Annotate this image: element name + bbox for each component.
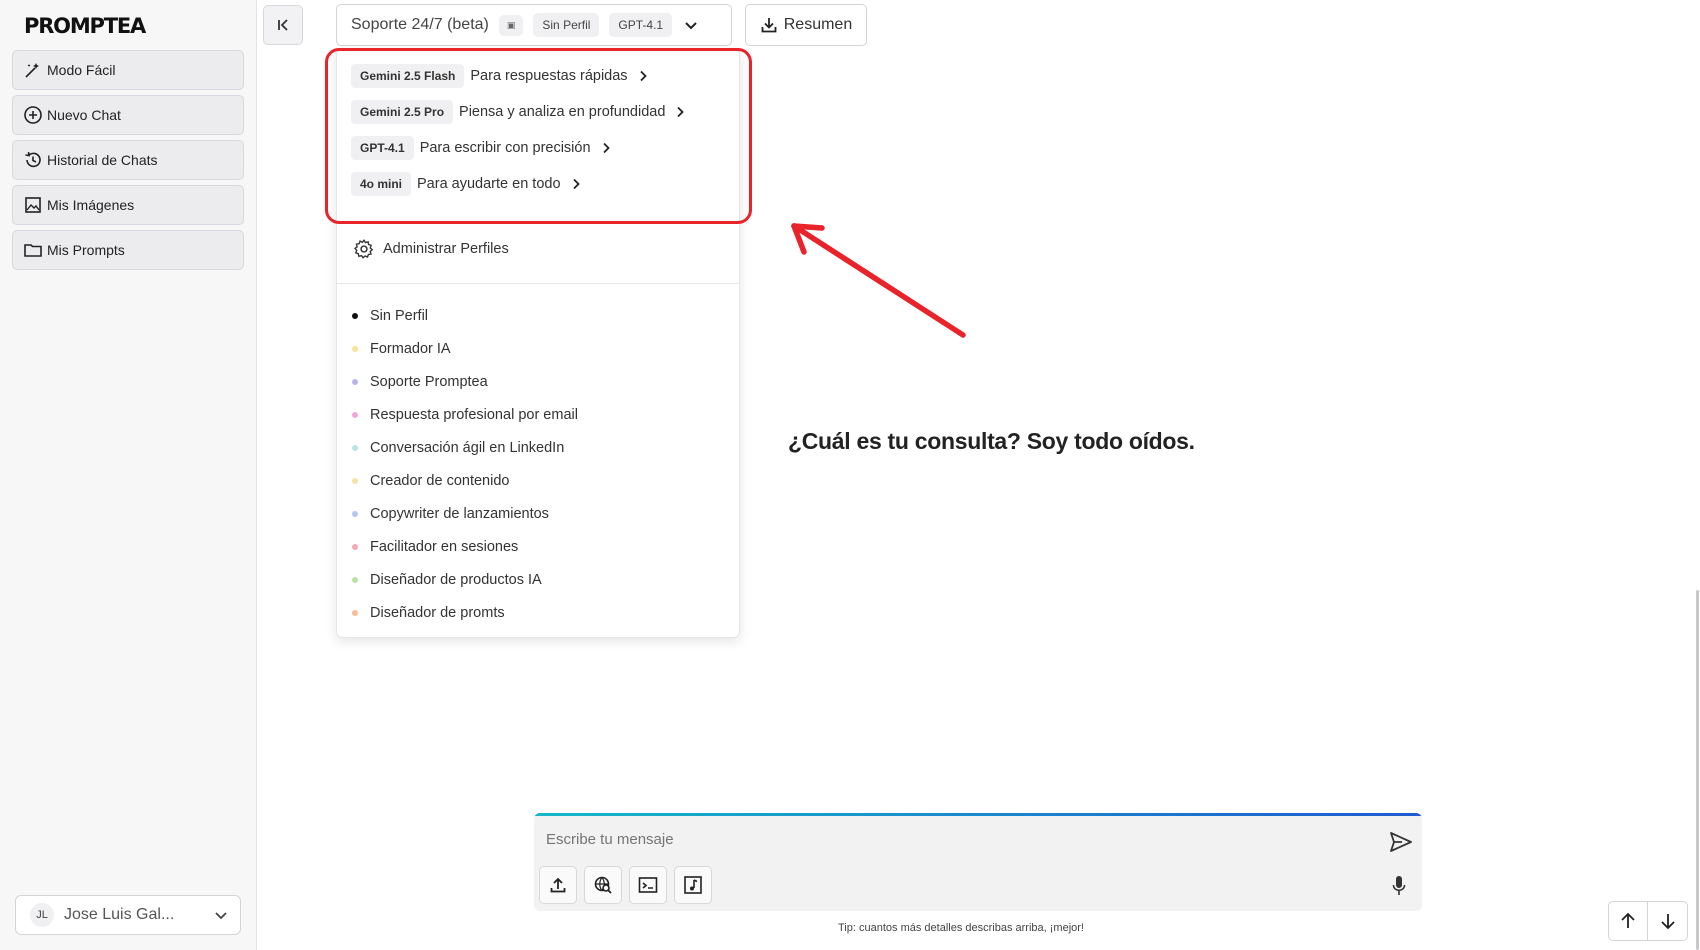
profile-option[interactable]: Formador IA — [352, 339, 451, 359]
assistant-model-selector[interactable]: Soporte 24/7 (beta) ▣ Sin Perfil GPT-4.1 — [336, 4, 732, 46]
sidebar-item-label: Mis Prompts — [47, 242, 125, 258]
sidebar-item-modo-facil[interactable]: Modo Fácil — [12, 50, 244, 90]
scroll-up-button[interactable] — [1609, 902, 1649, 940]
profile-label: Conversación ágil en LinkedIn — [370, 440, 565, 456]
profile-dot — [352, 379, 358, 385]
assistant-title: Soporte 24/7 (beta) — [351, 16, 489, 33]
profile-label: Creador de contenido — [370, 473, 510, 489]
dropdown-divider — [337, 283, 739, 284]
code-button[interactable] — [629, 866, 667, 904]
profile-label: Sin Perfil — [370, 308, 429, 324]
chat-composer — [534, 813, 1422, 911]
summary-button[interactable]: Resumen — [745, 4, 867, 46]
welcome-prompt: ¿Cuál es tu consulta? Soy todo oídos. — [788, 428, 1195, 454]
profile-dot — [352, 577, 358, 583]
profile-dot — [352, 313, 358, 319]
profile-option[interactable]: Facilitador en sesiones — [352, 537, 518, 557]
folder-icon — [24, 244, 42, 257]
gear-icon — [354, 239, 374, 259]
profile-label: Diseñador de productos IA — [370, 572, 542, 588]
sidebar-item-label: Modo Fácil — [47, 62, 116, 78]
sidebar-item-nuevo-chat[interactable]: Nuevo Chat — [12, 95, 244, 135]
profile-dot — [352, 544, 358, 550]
magic-wand-icon — [25, 63, 39, 78]
message-input[interactable] — [546, 831, 1346, 848]
image-icon — [25, 197, 41, 213]
profile-option[interactable]: Creador de contenido — [352, 471, 509, 491]
upload-button[interactable] — [539, 866, 577, 904]
model-chip: GPT-4.1 — [609, 13, 673, 37]
profile-label: Respuesta profesional por email — [370, 407, 578, 423]
sidebar-item-mis-imagenes[interactable]: Mis Imágenes — [12, 185, 244, 225]
manage-profiles-button[interactable]: Administrar Perfiles — [353, 238, 509, 260]
manage-profiles-label: Administrar Perfiles — [383, 241, 509, 257]
profile-label: Formador IA — [370, 341, 451, 357]
profile-dot — [352, 610, 358, 616]
profile-option[interactable]: Diseñador de promts — [352, 603, 505, 623]
sidebar-item-label: Mis Imágenes — [47, 197, 135, 213]
music-note-icon — [684, 876, 702, 894]
highlight-box — [325, 48, 752, 224]
profile-dot — [352, 346, 358, 352]
arrow-up-icon — [1621, 912, 1635, 928]
composer-tip: Tip: cuantos más detalles describas arri… — [838, 922, 1084, 934]
sidebar-item-mis-prompts[interactable]: Mis Prompts — [12, 230, 244, 270]
profile-option[interactable]: Diseñador de productos IA — [352, 570, 542, 590]
sidebar-item-label: Historial de Chats — [47, 152, 158, 168]
profile-option[interactable]: Sin Perfil — [352, 306, 428, 326]
profile-chip: Sin Perfil — [533, 13, 600, 37]
scroll-down-button[interactable] — [1648, 902, 1687, 940]
upload-icon — [550, 877, 566, 893]
profile-label: Diseñador de promts — [370, 605, 505, 621]
profile-dot — [352, 412, 358, 418]
profile-dot — [352, 511, 358, 517]
sidebar-item-label: Nuevo Chat — [47, 107, 121, 123]
web-search-button[interactable] — [584, 866, 622, 904]
plus-circle-icon — [24, 106, 42, 124]
profile-label: Facilitador en sesiones — [370, 539, 519, 555]
download-icon — [761, 18, 777, 33]
summary-label: Resumen — [783, 16, 853, 33]
page-scrollbar[interactable] — [1696, 590, 1699, 950]
globe-search-icon — [594, 876, 612, 894]
profile-label: Soporte Promptea — [370, 374, 488, 390]
avatar: JL — [30, 903, 54, 927]
profile-label: Copywriter de lanzamientos — [370, 506, 549, 522]
collapse-left-icon — [278, 19, 288, 31]
flag-icon: ▣ — [498, 14, 524, 36]
send-icon[interactable] — [1389, 831, 1413, 853]
chevron-down-icon — [685, 22, 697, 30]
audio-button[interactable] — [674, 866, 712, 904]
sidebar: PROMPTEA Modo Fácil Nuevo Chat Historial… — [0, 0, 257, 950]
annotation-arrow — [791, 223, 966, 338]
user-name: Jose Luis Gal... — [64, 906, 175, 923]
profile-option[interactable]: Respuesta profesional por email — [352, 405, 578, 425]
profile-dot — [352, 478, 358, 484]
arrow-down-icon — [1660, 914, 1675, 930]
profile-option[interactable]: Soporte Promptea — [352, 372, 488, 392]
profile-option[interactable]: Copywriter de lanzamientos — [352, 504, 549, 524]
history-icon — [25, 151, 41, 168]
app-logo[interactable]: PROMPTEA — [24, 14, 146, 38]
composer-accent-bar — [534, 813, 1422, 816]
microphone-icon[interactable] — [1392, 875, 1406, 897]
terminal-icon — [638, 877, 658, 893]
sidebar-item-historial[interactable]: Historial de Chats — [12, 140, 244, 180]
user-menu[interactable]: JL Jose Luis Gal... — [15, 895, 241, 935]
collapse-sidebar-button[interactable] — [263, 5, 303, 45]
profile-dot — [352, 445, 358, 451]
chevron-down-icon — [215, 912, 227, 920]
profile-option[interactable]: Conversación ágil en LinkedIn — [352, 438, 564, 458]
scroll-controls — [1608, 901, 1688, 941]
